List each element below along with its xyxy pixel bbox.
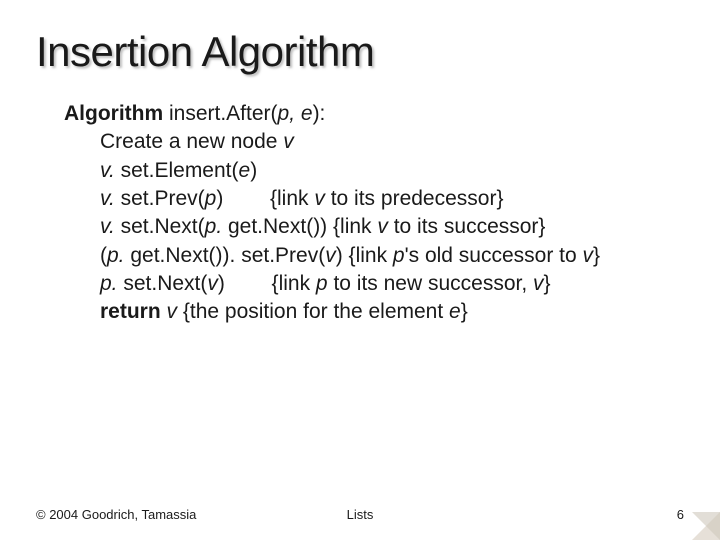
footer-title: Lists xyxy=(347,507,374,522)
comment: {link xyxy=(225,272,316,295)
var-p: p xyxy=(393,244,405,267)
text: 's old successor to xyxy=(405,244,583,267)
page-curl-icon xyxy=(692,512,720,540)
algo-signature: Algorithm insert.After(p, e): xyxy=(64,100,684,128)
var-v: v xyxy=(377,215,388,238)
text: set.Prev( xyxy=(115,187,205,210)
var-e: e xyxy=(239,159,251,182)
var-p: p. xyxy=(100,272,118,295)
algo-line-create: Create a new node v xyxy=(100,128,684,156)
footer-copyright: © 2004 Goodrich, Tamassia xyxy=(36,507,196,522)
var-v: v xyxy=(207,272,218,295)
var-p: p. xyxy=(205,215,223,238)
text: ) xyxy=(250,159,257,182)
var-v: v xyxy=(533,272,544,295)
slide-title: Insertion Algorithm xyxy=(36,28,684,76)
algo-line-setprev: v. set.Prev(p) {link v to its predecesso… xyxy=(100,185,684,213)
footer-page-number: 6 xyxy=(677,507,684,522)
text: } xyxy=(593,244,600,267)
var-p: p xyxy=(316,272,328,295)
text: get.Next()). set.Prev( xyxy=(125,244,326,267)
text: set.Element( xyxy=(115,159,239,182)
algorithm-body: Algorithm insert.After(p, e): Create a n… xyxy=(64,100,684,327)
slide: Insertion Algorithm Algorithm insert.Aft… xyxy=(0,0,720,540)
text: set.Next( xyxy=(118,272,208,295)
var-p: p xyxy=(205,187,217,210)
text: {the position for the element xyxy=(177,300,449,323)
var-v: v xyxy=(583,244,594,267)
keyword-return: return xyxy=(100,300,167,323)
keyword-algorithm: Algorithm xyxy=(64,102,163,125)
var-v: v xyxy=(283,130,294,153)
text: set.Next( xyxy=(115,215,205,238)
var-v: v. xyxy=(100,187,115,210)
text: } xyxy=(544,272,551,295)
var-v: v. xyxy=(100,159,115,182)
algo-line-p-setnext: p. set.Next(v) {link p to its new succes… xyxy=(100,270,684,298)
var-v: v. xyxy=(100,215,115,238)
var-v: v xyxy=(167,300,178,323)
algo-line-setnext: v. set.Next(p. get.Next()) {link v to it… xyxy=(100,213,684,241)
algo-line-return: return v {the position for the element e… xyxy=(100,298,684,326)
comment: {link xyxy=(223,187,314,210)
text: ( xyxy=(100,244,107,267)
text: Create a new node xyxy=(100,130,283,153)
sig-close: ): xyxy=(313,102,326,125)
footer: © 2004 Goodrich, Tamassia Lists 6 xyxy=(36,507,684,522)
var-e: e xyxy=(449,300,461,323)
text: to its successor} xyxy=(388,215,546,238)
text: ) xyxy=(218,272,225,295)
text: get.Next()) {link xyxy=(222,215,377,238)
var-p: p. xyxy=(107,244,125,267)
text: to its predecessor} xyxy=(325,187,504,210)
algo-line-setelement: v. set.Element(e) xyxy=(100,157,684,185)
text: } xyxy=(461,300,468,323)
text: to its new successor, xyxy=(328,272,533,295)
sig-mid: insert.After( xyxy=(163,102,277,125)
var-v: v xyxy=(325,244,336,267)
var-v: v xyxy=(314,187,325,210)
sig-params: p, e xyxy=(278,102,313,125)
text: ) {link xyxy=(336,244,393,267)
algo-line-successor-setprev: (p. get.Next()). set.Prev(v) {link p's o… xyxy=(100,242,684,270)
